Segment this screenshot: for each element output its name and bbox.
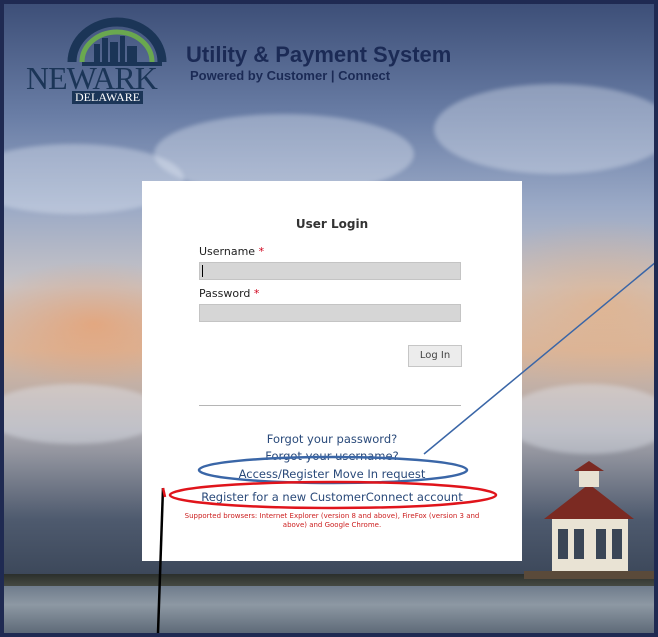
annotation-ellipse-red bbox=[168, 480, 498, 510]
annotation-pointer-black bbox=[156, 487, 165, 633]
page-background: NEWARK DELAWARE Utility & Payment System… bbox=[0, 0, 658, 637]
annotation-ellipse-blue bbox=[197, 455, 469, 485]
annotation-pointer-line bbox=[423, 262, 654, 455]
annotation-overlay bbox=[156, 262, 654, 633]
